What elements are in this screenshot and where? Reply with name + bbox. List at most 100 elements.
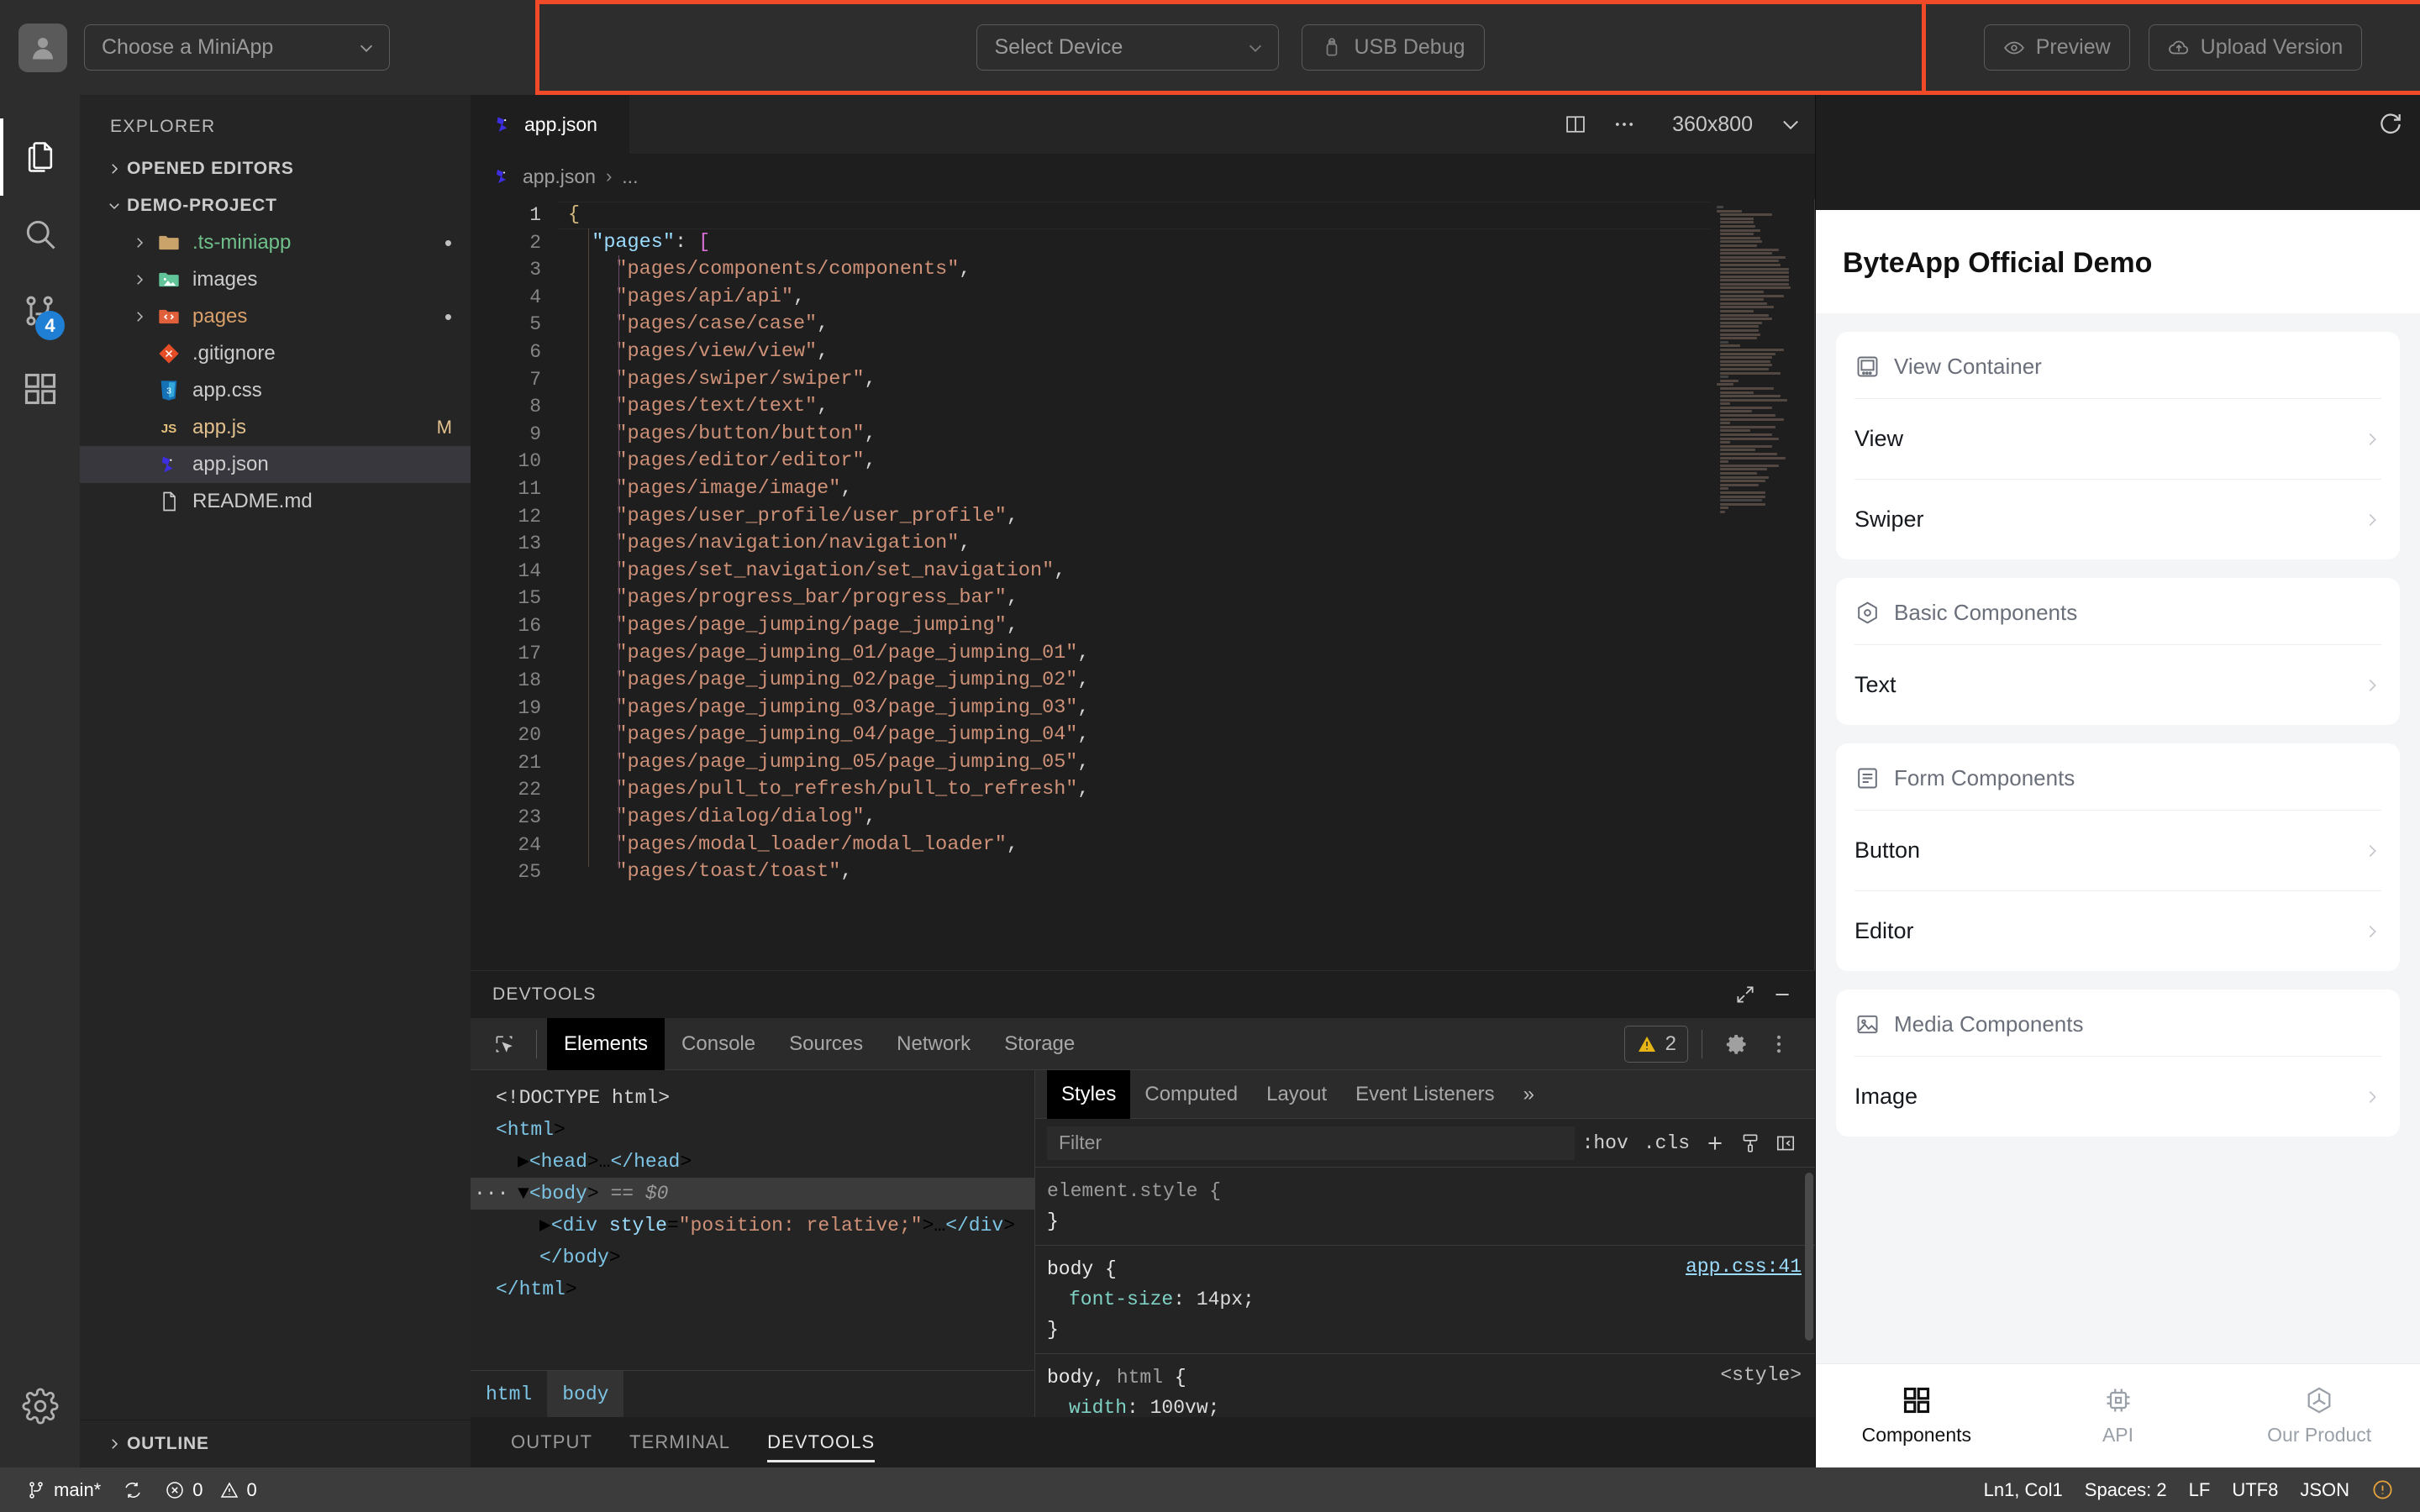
tree-item-readme[interactable]: README.md [80, 483, 471, 520]
dom-crumb-html[interactable]: html [471, 1371, 547, 1418]
maximize-panel-button[interactable] [1734, 984, 1756, 1005]
computed-styles-sidebar-button[interactable] [1733, 1126, 1768, 1161]
device-size-dropdown-button[interactable] [1766, 95, 1815, 154]
explorer-section-demo-project[interactable]: DEMO-PROJECT [80, 187, 471, 224]
usb-debug-button[interactable]: USB Debug [1302, 24, 1485, 71]
preview-list-item[interactable]: Editor [1854, 890, 2381, 971]
tree-item-app-json[interactable]: app.json [80, 446, 471, 483]
tab-console[interactable]: Console [665, 1018, 772, 1070]
panel-tab-devtools[interactable]: DEVTOOLS [749, 1417, 893, 1467]
preview-tab-components[interactable]: Components [1816, 1385, 2018, 1446]
minimap-slider[interactable] [1814, 199, 1815, 970]
style-rule[interactable]: body {font-size: 14px;} app.css:41 [1035, 1246, 1815, 1354]
styles-filter-input[interactable] [1047, 1126, 1575, 1160]
tree-item-app-js[interactable]: JS app.js M [80, 409, 471, 446]
status-notifications[interactable] [2360, 1467, 2405, 1512]
tab-storage[interactable]: Storage [987, 1018, 1092, 1070]
preview-list-item[interactable]: Swiper [1854, 479, 2381, 559]
preview-list-item[interactable]: View [1854, 398, 2381, 479]
device-size-selector[interactable]: 360x800 [1649, 113, 1766, 137]
refresh-preview-button[interactable] [2361, 95, 2420, 154]
dom-node[interactable]: ··· ▼<body> == $0 [471, 1178, 1034, 1210]
device-select[interactable]: Select Device [976, 24, 1280, 71]
status-problems[interactable]: 0 0 [154, 1467, 268, 1512]
code-content[interactable]: { "pages": [ "pages/components/component… [558, 199, 1710, 970]
preview-list-item[interactable]: Button [1854, 810, 2381, 890]
tab-app-json[interactable]: app.json [471, 95, 630, 154]
status-encoding[interactable]: UTF8 [2221, 1467, 2289, 1512]
status-cursor-position[interactable]: Ln1, Col1 [1973, 1467, 2074, 1512]
settings-button[interactable] [0, 1387, 80, 1467]
styles-tab-computed[interactable]: Computed [1130, 1070, 1252, 1119]
upload-version-button[interactable]: Upload Version [2148, 24, 2363, 71]
inspect-element-button[interactable] [482, 1022, 526, 1066]
minimap-line [1720, 286, 1791, 290]
styles-tab-layout[interactable]: Layout [1252, 1070, 1341, 1119]
style-rule[interactable]: element.style {} [1035, 1168, 1815, 1246]
avatar[interactable] [18, 23, 67, 72]
breadcrumb[interactable]: app.json › ... [471, 154, 1815, 199]
sidebar-item-source-control[interactable]: 4 [0, 273, 80, 350]
styles-tabs-overflow-button[interactable]: » [1509, 1083, 1549, 1106]
outline-section[interactable]: OUTLINE [80, 1420, 471, 1467]
rule-source[interactable]: app.css:41 [1686, 1256, 1802, 1278]
styles-tab-event-listeners[interactable]: Event Listeners [1341, 1070, 1508, 1119]
code-editor[interactable]: 1 2 3 4 5 6 7 8 9 10 11 12 13 14 15 16 17 18 19 20 21 22 23 24 2… [471, 199, 1815, 970]
preview-list-item[interactable]: Text [1854, 644, 2381, 725]
more-actions-button[interactable] [1600, 95, 1649, 154]
status-branch[interactable]: main* [15, 1467, 112, 1512]
dom-node[interactable]: ▶<div style="position: relative;">…</div… [471, 1210, 1034, 1242]
status-indentation[interactable]: Spaces: 2 [2074, 1467, 2178, 1512]
tab-elements[interactable]: Elements [547, 1017, 666, 1070]
minimize-panel-button[interactable] [1771, 984, 1793, 1005]
dom-node[interactable]: ▶<head>…</head> [471, 1146, 1034, 1178]
tab-sources[interactable]: Sources [772, 1018, 880, 1070]
simulator-preview: ByteApp Official Demo View Container View… [1815, 95, 2420, 1467]
tree-item-images[interactable]: images [80, 261, 471, 298]
styles-tab-styles[interactable]: Styles [1047, 1069, 1131, 1119]
panel-tab-output[interactable]: OUTPUT [492, 1417, 611, 1467]
new-style-rule-button[interactable] [1697, 1126, 1733, 1161]
preview-tab-api[interactable]: API [2018, 1385, 2219, 1446]
status-sync[interactable] [112, 1467, 154, 1512]
dom-crumb-body[interactable]: body [547, 1370, 624, 1418]
tree-item-ts-miniapp[interactable]: .ts-miniapp • [80, 224, 471, 261]
tab-network[interactable]: Network [880, 1018, 987, 1070]
miniapp-select[interactable]: Choose a MiniApp [84, 24, 390, 71]
split-editor-button[interactable] [1551, 95, 1600, 154]
minimap[interactable] [1710, 199, 1815, 970]
preview-tab-our-product[interactable]: Our Product [2218, 1385, 2420, 1446]
dom-node[interactable]: </body> [471, 1242, 1034, 1273]
preview-list-item[interactable]: Image [1854, 1056, 2381, 1137]
rule-declaration[interactable]: width: 100vw; [1047, 1393, 1815, 1417]
dom-node[interactable]: <!DOCTYPE html> [471, 1082, 1034, 1114]
rule-declaration[interactable]: font-size: 14px; [1047, 1284, 1815, 1315]
status-eol[interactable]: LF [2178, 1467, 2222, 1512]
sidebar-item-search[interactable] [0, 196, 80, 273]
indent-guide [588, 228, 589, 867]
explorer-section-opened-editors[interactable]: OPENED EDITORS [80, 150, 471, 187]
toggle-sidebar-button[interactable] [1768, 1126, 1803, 1161]
preview-card: Media Components Image [1836, 990, 2400, 1137]
devtools-settings-button[interactable] [1716, 1023, 1758, 1065]
tree-item-pages[interactable]: pages • [80, 298, 471, 335]
devtools-more-button[interactable] [1758, 1023, 1800, 1065]
dom-node[interactable]: </html> [471, 1273, 1034, 1305]
warning-count-badge[interactable]: 2 [1623, 1025, 1688, 1063]
status-language-mode[interactable]: JSON [2289, 1467, 2360, 1512]
dom-tree[interactable]: <!DOCTYPE html> <html> ▶<head>…</head> ··· ▼… [471, 1070, 1034, 1370]
preview-content[interactable]: View Container View Swiper Basic Components… [1816, 313, 2420, 1363]
preview-button[interactable]: Preview [1983, 24, 2130, 71]
style-rule[interactable]: body, html {width: 100vw;content: "viewp… [1035, 1354, 1815, 1417]
tree-item-app-css[interactable]: 3 app.css [80, 372, 471, 409]
class-toggle-button[interactable]: .cls [1636, 1132, 1697, 1154]
sidebar-item-explorer[interactable] [0, 118, 80, 196]
tree-item-gitignore[interactable]: .gitignore [80, 335, 471, 372]
sidebar-item-extensions[interactable] [0, 350, 80, 428]
styles-scrollbar[interactable] [1805, 1173, 1813, 1341]
dom-node[interactable]: <html> [471, 1114, 1034, 1146]
line-number: 22 [518, 779, 541, 801]
hover-state-button[interactable]: :hov [1575, 1132, 1636, 1154]
panel-tab-terminal[interactable]: TERMINAL [611, 1417, 749, 1467]
style-rules-list[interactable]: element.style {} body {font-size: 14px;} a… [1035, 1168, 1815, 1417]
